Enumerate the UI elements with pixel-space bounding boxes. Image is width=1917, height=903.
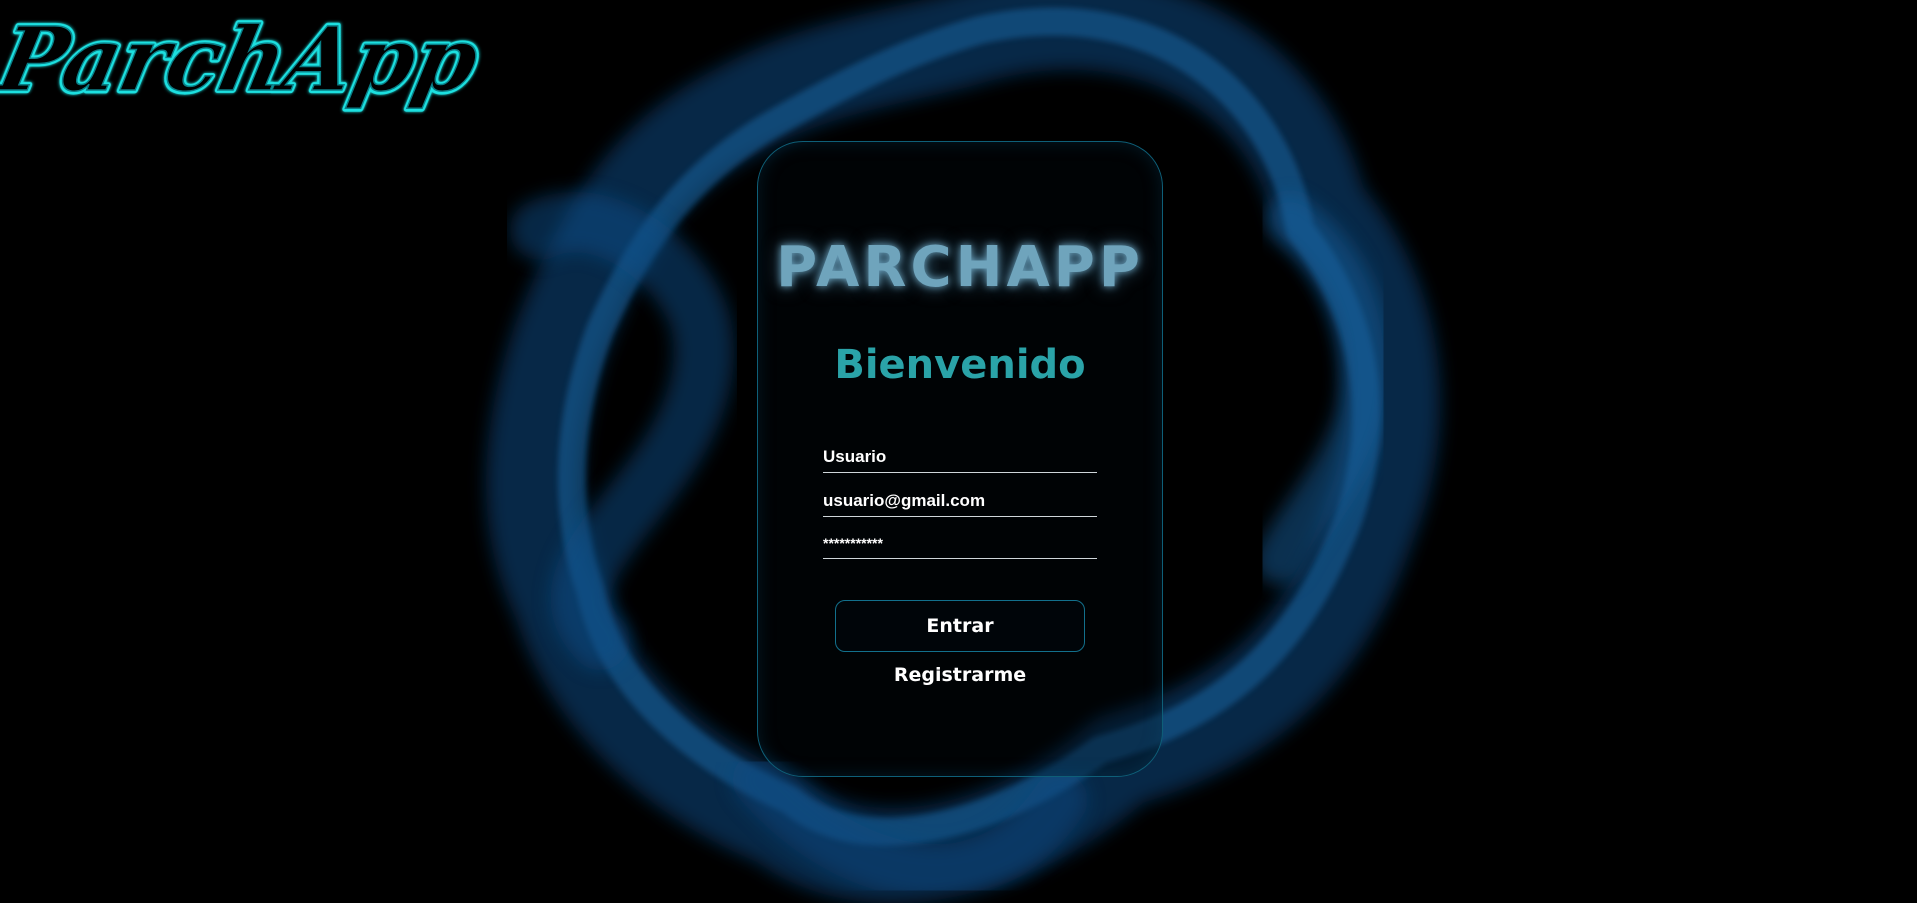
brand-logo: ParchApp ParchApp bbox=[0, 4, 491, 126]
welcome-title: Bienvenido bbox=[834, 342, 1086, 388]
password-field[interactable] bbox=[823, 529, 1097, 559]
login-card: PARCHAPP Bienvenido Entrar Registrarme bbox=[757, 141, 1163, 777]
enter-button[interactable]: Entrar bbox=[835, 600, 1085, 652]
brand-logo-text-core: ParchApp bbox=[0, 7, 488, 111]
email-field[interactable] bbox=[823, 487, 1097, 517]
register-link[interactable]: Registrarme bbox=[758, 666, 1162, 685]
card-logo: PARCHAPP bbox=[776, 235, 1144, 300]
username-field[interactable] bbox=[823, 443, 1097, 473]
